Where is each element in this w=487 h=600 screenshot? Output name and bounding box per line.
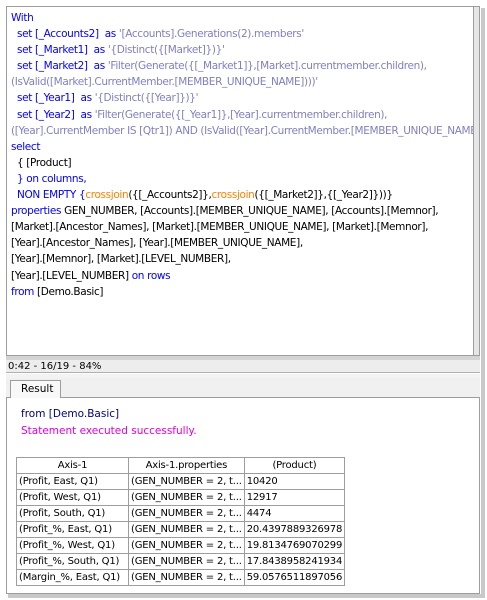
code-line: NON EMPTY {crossjoin({[_Accounts2]},cros… xyxy=(11,187,473,203)
code-token: '{Distinct({[Market]})}' xyxy=(107,44,225,57)
cell-properties[interactable]: (GEN_NUMBER = 2, t... xyxy=(128,569,245,586)
code-line: [Year].[Memnor], [Market].[LEVEL_NUMBER]… xyxy=(11,251,473,267)
cell-value[interactable]: 20.4397889326978 xyxy=(243,521,346,538)
code-token: crossjoin xyxy=(85,189,129,202)
cell-axis[interactable]: (Profit, South, Q1) xyxy=(16,505,129,522)
table-row[interactable]: (Profit_%, West, Q1) (GEN_NUMBER = 2, t.… xyxy=(16,537,346,554)
tab-result-label: Result xyxy=(21,383,54,395)
code-line: select xyxy=(11,139,473,155)
table-row[interactable]: (Profit, South, Q1) (GEN_NUMBER = 2, t..… xyxy=(16,505,346,522)
cell-axis[interactable]: (Profit, West, Q1) xyxy=(16,489,129,506)
mdx-query-editor[interactable]: With set [_Accounts2] as '[Accounts].Gen… xyxy=(6,6,474,356)
code-token: properties xyxy=(11,205,65,218)
cell-value[interactable]: 59.0576511897056 xyxy=(243,569,346,586)
code-token: } on columns, xyxy=(11,172,87,185)
editor-status-bar: 0:42 - 16/19 - 84% xyxy=(6,360,480,373)
table-row[interactable]: (Profit_%, South, Q1) (GEN_NUMBER = 2, t… xyxy=(16,553,346,570)
code-line: { [Product] xyxy=(11,155,473,171)
code-line: ([Year].CurrentMember IS [Qtr1]) AND (Is… xyxy=(11,123,473,139)
code-token: '[Accounts].Generations(2).members' xyxy=(118,28,304,41)
code-line: [Market].[Ancestor_Names], [Market].[MEM… xyxy=(11,219,473,235)
result-grid: Axis-1 Axis-1.properties (Product) (Prof… xyxy=(16,457,346,586)
cell-axis[interactable]: (Profit_%, West, Q1) xyxy=(16,537,129,554)
code-line: from [Demo.Basic] xyxy=(11,284,473,300)
cell-properties[interactable]: (GEN_NUMBER = 2, t... xyxy=(128,521,245,538)
column-header-axis[interactable]: Axis-1 xyxy=(16,457,129,474)
cell-properties[interactable]: (GEN_NUMBER = 2, t... xyxy=(128,537,245,554)
code-line: set [_Year1] as '{Distinct({[Year]})}' xyxy=(11,90,473,106)
code-token: set [_Year1] as xyxy=(11,92,95,105)
code-token: set [_Year2] as xyxy=(11,108,95,121)
code-token: set [_Market2] as xyxy=(11,60,108,73)
code-token: 'Filter(Generate({[_Year1]},[Year].curre… xyxy=(94,108,388,121)
cell-axis[interactable]: (Margin_%, East, Q1) xyxy=(16,569,129,586)
code-token: ([Year].CurrentMember IS [Qtr1]) AND (Is… xyxy=(11,124,474,137)
code-token: [Demo.Basic] xyxy=(37,285,104,298)
code-line: [Year].[LEVEL_NUMBER] on rows xyxy=(11,268,473,284)
column-header-product[interactable]: (Product) xyxy=(243,457,346,474)
table-row[interactable]: (Profit, West, Q1) (GEN_NUMBER = 2, t...… xyxy=(16,489,346,506)
code-line: set [_Market1] as '{Distinct({[Market]})… xyxy=(11,42,473,58)
result-panel: from [Demo.Basic] Statement executed suc… xyxy=(6,398,480,594)
code-token: NON EMPTY { xyxy=(11,189,86,202)
code-token: set [_Market1] as xyxy=(11,44,108,57)
code-token: '{Distinct({[Year]})}' xyxy=(94,92,199,105)
table-row[interactable]: (Margin_%, East, Q1) (GEN_NUMBER = 2, t.… xyxy=(16,569,346,586)
code-token: 'Filter(Generate({[_Market1]},[Market].c… xyxy=(107,60,427,73)
code-token: GEN_NUMBER, [Accounts].[MEMBER_UNIQUE_NA… xyxy=(64,205,439,218)
cell-value[interactable]: 19.8134769070299 xyxy=(243,537,346,554)
code-token: [Year].[Memnor], [Market].[LEVEL_NUMBER]… xyxy=(11,253,231,266)
code-line: } on columns, xyxy=(11,171,473,187)
code-token: [Market].[Ancestor_Names], [Market].[MEM… xyxy=(11,221,429,234)
cell-properties[interactable]: (GEN_NUMBER = 2, t... xyxy=(128,473,245,490)
code-token: [Year].[Ancestor_Names], [Year].[MEMBER_… xyxy=(11,237,303,250)
cell-properties[interactable]: (GEN_NUMBER = 2, t... xyxy=(128,489,245,506)
code-line: set [_Year2] as 'Filter(Generate({[_Year… xyxy=(11,107,473,123)
table-row[interactable]: (Profit_%, East, Q1) (GEN_NUMBER = 2, t.… xyxy=(16,521,346,538)
result-grid-header-row: Axis-1 Axis-1.properties (Product) xyxy=(16,457,346,474)
code-line: properties GEN_NUMBER, [Accounts].[MEMBE… xyxy=(11,203,473,219)
cell-value[interactable]: 10420 xyxy=(243,473,346,490)
code-token: crossjoin xyxy=(211,189,255,202)
cell-properties[interactable]: (GEN_NUMBER = 2, t... xyxy=(128,553,245,570)
code-line: set [_Market2] as 'Filter(Generate({[_Ma… xyxy=(11,58,473,74)
code-token: from xyxy=(11,285,38,298)
cell-axis[interactable]: (Profit, East, Q1) xyxy=(16,473,129,490)
column-header-axis-properties[interactable]: Axis-1.properties xyxy=(128,457,245,474)
code-token: ({[_Market2]},{[_Year2]}))} xyxy=(254,189,394,202)
result-success-message: Statement executed successfully. xyxy=(21,425,197,437)
cell-axis[interactable]: (Profit_%, South, Q1) xyxy=(16,553,129,570)
editor-vertical-scrollbar[interactable] xyxy=(474,6,480,356)
tab-result[interactable]: Result xyxy=(10,380,61,399)
cell-axis[interactable]: (Profit_%, East, Q1) xyxy=(16,521,129,538)
code-token: ({[_Accounts2]}, xyxy=(128,189,212,202)
code-line: With xyxy=(11,10,473,26)
query-text[interactable]: With set [_Accounts2] as '[Accounts].Gen… xyxy=(7,7,473,300)
code-token: (IsValid([Market].CurrentMember.[MEMBER_… xyxy=(11,76,318,89)
code-token: select xyxy=(11,140,41,153)
table-row[interactable]: (Profit, East, Q1) (GEN_NUMBER = 2, t...… xyxy=(16,473,346,490)
result-from-message: from [Demo.Basic] xyxy=(21,408,120,420)
window-shadow-right xyxy=(481,8,485,596)
code-token: set [_Accounts2] as xyxy=(11,28,119,41)
cursor-position-status: 0:42 - 16/19 - 84% xyxy=(8,361,102,372)
cell-value[interactable]: 17.8438958241934 xyxy=(243,553,346,570)
cell-value[interactable]: 4474 xyxy=(243,505,346,522)
code-line: [Year].[Ancestor_Names], [Year].[MEMBER_… xyxy=(11,235,473,251)
code-token: { [Product] xyxy=(11,156,72,169)
code-line: set [_Accounts2] as '[Accounts].Generati… xyxy=(11,26,473,42)
window-shadow-bottom xyxy=(8,594,485,598)
code-token: With xyxy=(11,12,34,24)
code-token: on rows xyxy=(131,269,171,282)
code-line: (IsValid([Market].CurrentMember.[MEMBER_… xyxy=(11,74,473,90)
result-tab-strip: Result xyxy=(6,378,480,399)
code-token: [Year].[LEVEL_NUMBER] xyxy=(11,269,132,282)
cell-value[interactable]: 12917 xyxy=(243,489,346,506)
cell-properties[interactable]: (GEN_NUMBER = 2, t... xyxy=(128,505,245,522)
